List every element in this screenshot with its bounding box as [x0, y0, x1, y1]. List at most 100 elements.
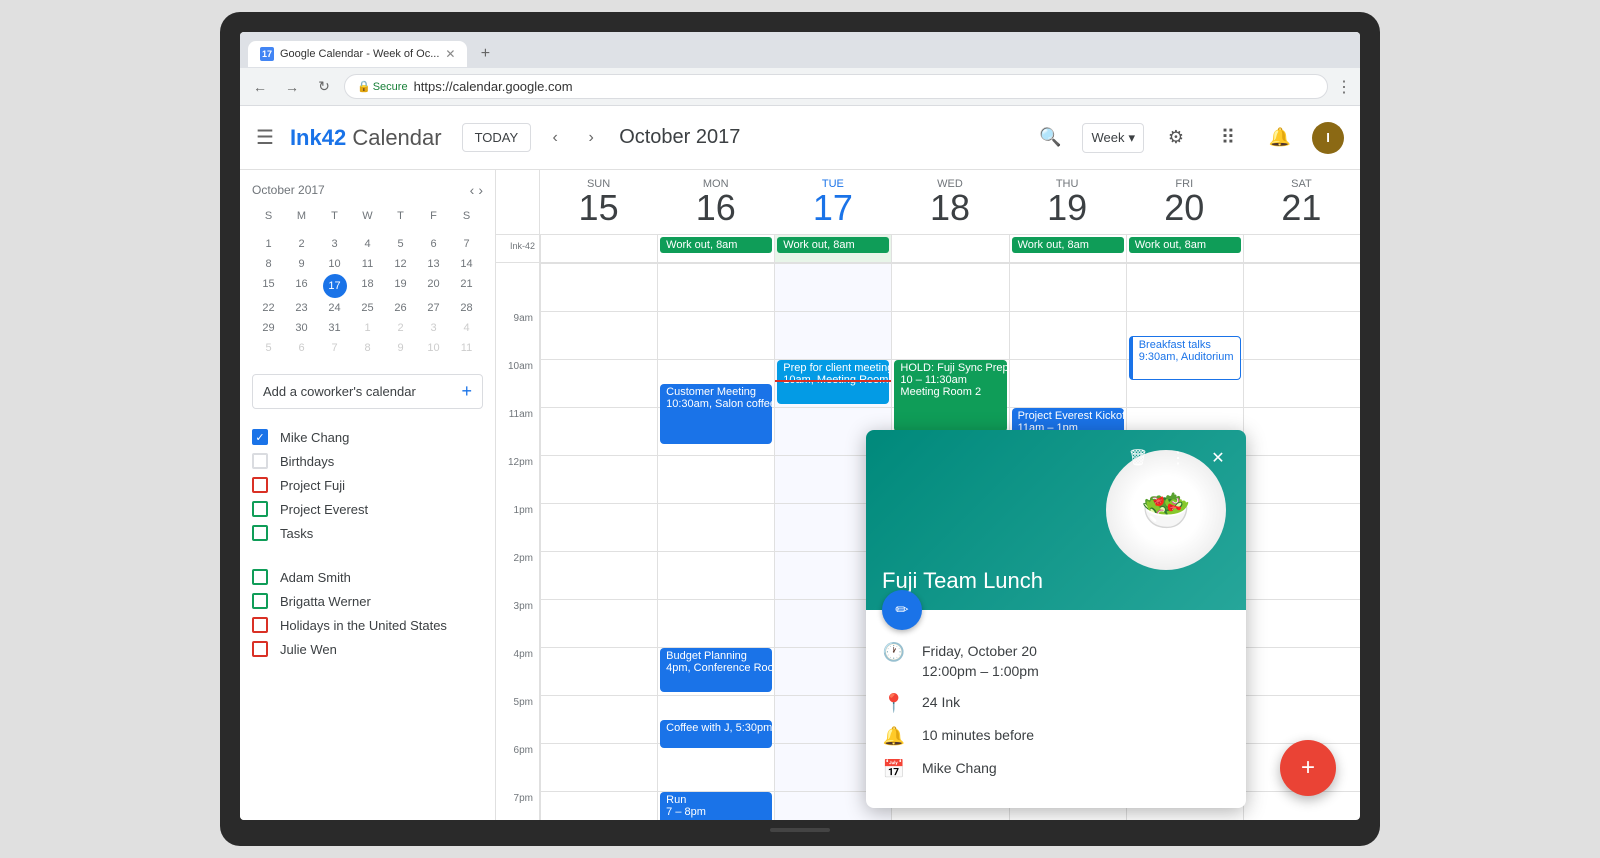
mini-cal-cell[interactable]: 3 [318, 234, 351, 254]
tue-slot-8[interactable] [774, 263, 891, 311]
next-week-btn[interactable]: › [575, 122, 607, 154]
browser-tab[interactable]: 17 Google Calendar - Week of Oc... ✕ [248, 41, 467, 67]
view-selector[interactable]: Week ▾ [1082, 123, 1144, 153]
mini-cal-cell[interactable]: 14 [450, 254, 483, 274]
sun-slot-6[interactable] [540, 743, 657, 791]
cal-item-mike-chang[interactable]: ✓ Mike Chang [252, 425, 483, 449]
sun-slot-3[interactable] [540, 599, 657, 647]
mini-cal-cell[interactable]: 15 [252, 274, 285, 298]
sun-slot-9[interactable] [540, 311, 657, 359]
settings-btn[interactable]: ⚙ [1156, 118, 1196, 158]
budget-planning-event[interactable]: Budget Planning 4pm, Conference Room [660, 648, 772, 692]
cal-item-brigatta[interactable]: Brigatta Werner [252, 589, 483, 613]
mini-cal-cell[interactable]: 22 [252, 298, 285, 318]
mini-cal-cell[interactable] [351, 226, 384, 234]
wed-slot-9[interactable] [891, 311, 1008, 359]
cal-checkbox-holidays[interactable] [252, 617, 268, 633]
sat-slot-3[interactable] [1243, 599, 1360, 647]
day-header-sat[interactable]: Sat 21 [1243, 170, 1360, 234]
mini-cal-cell[interactable]: 25 [351, 298, 384, 318]
day-header-tue[interactable]: Tue 17 [774, 170, 891, 234]
fri-slot-8[interactable] [1126, 263, 1243, 311]
mini-cal-prev-btn[interactable]: ‹ [470, 182, 475, 198]
search-btn[interactable]: 🔍 [1030, 118, 1070, 158]
mini-cal-cell[interactable] [252, 226, 285, 234]
mon-slot-6[interactable] [657, 743, 774, 791]
mini-cal-cell[interactable]: 13 [417, 254, 450, 274]
mini-cal-cell[interactable]: 4 [351, 234, 384, 254]
today-btn[interactable]: TODAY [462, 123, 532, 152]
breakfast-talks-event[interactable]: Breakfast talks 9:30am, Auditorium [1129, 336, 1241, 380]
day-header-fri[interactable]: Fri 20 [1126, 170, 1243, 234]
mini-cal-cell[interactable]: 9 [384, 338, 417, 358]
forward-btn[interactable]: → [280, 75, 304, 99]
wed-slot-8[interactable] [891, 263, 1008, 311]
workout-tue-event[interactable]: Work out, 8am [777, 237, 889, 253]
mini-cal-cell[interactable]: 23 [285, 298, 318, 318]
coffee-with-j-event[interactable]: Coffee with J, 5:30pm [660, 720, 772, 748]
mini-cal-cell[interactable]: 29 [252, 318, 285, 338]
thu-slot-8[interactable] [1009, 263, 1126, 311]
mini-cal-cell[interactable]: 6 [285, 338, 318, 358]
mini-cal-today[interactable]: 17 [323, 274, 347, 298]
apps-btn[interactable]: ⠿ [1208, 118, 1248, 158]
hold-fuji-event[interactable]: HOLD: Fuji Sync Prep 10 – 11:30am Meetin… [894, 360, 1006, 432]
mini-cal-cell[interactable]: 30 [285, 318, 318, 338]
sat-slot-10[interactable] [1243, 359, 1360, 407]
tab-close-btn[interactable]: ✕ [445, 47, 455, 61]
popup-close-btn[interactable]: ✕ [1202, 442, 1234, 474]
add-coworker-btn[interactable]: Add a coworker's calendar + [252, 374, 483, 409]
popup-delete-btn[interactable]: 🗑 [1122, 442, 1154, 474]
cal-item-project-fuji[interactable]: Project Fuji [252, 473, 483, 497]
sat-slot-9[interactable] [1243, 311, 1360, 359]
mini-cal-cell[interactable]: 11 [351, 254, 384, 274]
thu-slot-9[interactable] [1009, 311, 1126, 359]
sat-slot-12[interactable] [1243, 455, 1360, 503]
cal-item-birthdays[interactable]: Birthdays [252, 449, 483, 473]
notifications-btn[interactable]: 🔔 [1260, 118, 1300, 158]
workout-thu-event[interactable]: Work out, 8am [1012, 237, 1124, 253]
tue-slot-9[interactable] [774, 311, 891, 359]
mini-cal-cell[interactable]: 2 [384, 318, 417, 338]
run-event[interactable]: Run 7 – 8pm [660, 792, 772, 820]
cal-checkbox-tasks[interactable] [252, 525, 268, 541]
mini-cal-cell[interactable]: 7 [318, 338, 351, 358]
back-btn[interactable]: ← [248, 75, 272, 99]
mini-cal-cell[interactable]: 19 [384, 274, 417, 298]
browser-menu-btn[interactable]: ⋮ [1336, 77, 1352, 97]
sat-slot-8[interactable] [1243, 263, 1360, 311]
mini-cal-next-btn[interactable]: › [478, 182, 483, 198]
mini-cal-cell[interactable]: 1 [351, 318, 384, 338]
new-tab-btn[interactable]: + [471, 40, 499, 68]
thu-slot-10[interactable] [1009, 359, 1126, 407]
cal-item-julie[interactable]: Julie Wen [252, 637, 483, 661]
sat-slot-5[interactable] [1243, 695, 1360, 743]
mon-slot-7[interactable]: Run 7 – 8pm [657, 791, 774, 820]
mini-cal-cell[interactable]: 16 [285, 274, 318, 298]
mini-cal-cell[interactable]: 10 [417, 338, 450, 358]
cal-checkbox-birthdays[interactable] [252, 453, 268, 469]
mini-cal-cell[interactable] [450, 226, 483, 234]
mini-cal-cell[interactable]: 1 [252, 234, 285, 254]
cal-checkbox-adam[interactable] [252, 569, 268, 585]
day-header-thu[interactable]: Thu 19 [1009, 170, 1126, 234]
cal-item-adam[interactable]: Adam Smith [252, 565, 483, 589]
sat-slot-1[interactable] [1243, 503, 1360, 551]
sun-slot-8[interactable] [540, 263, 657, 311]
mini-cal-cell[interactable]: 9 [285, 254, 318, 274]
reload-btn[interactable]: ↻ [312, 75, 336, 99]
mini-cal-cell[interactable]: 20 [417, 274, 450, 298]
sun-slot-5[interactable] [540, 695, 657, 743]
sun-slot-1[interactable] [540, 503, 657, 551]
customer-meeting-event[interactable]: Customer Meeting 10:30am, Salon coffee s [660, 384, 772, 444]
mini-cal-cell[interactable]: 21 [450, 274, 483, 298]
mini-cal-cell[interactable] [285, 226, 318, 234]
mini-cal-cell[interactable]: 6 [417, 234, 450, 254]
mini-cal-cell[interactable]: 26 [384, 298, 417, 318]
cal-checkbox-fuji[interactable] [252, 477, 268, 493]
mini-cal-cell[interactable]: 11 [450, 338, 483, 358]
mon-slot-12[interactable] [657, 455, 774, 503]
mon-slot-4[interactable]: Budget Planning 4pm, Conference Room [657, 647, 774, 695]
sat-slot-11[interactable] [1243, 407, 1360, 455]
sun-slot-12[interactable] [540, 455, 657, 503]
